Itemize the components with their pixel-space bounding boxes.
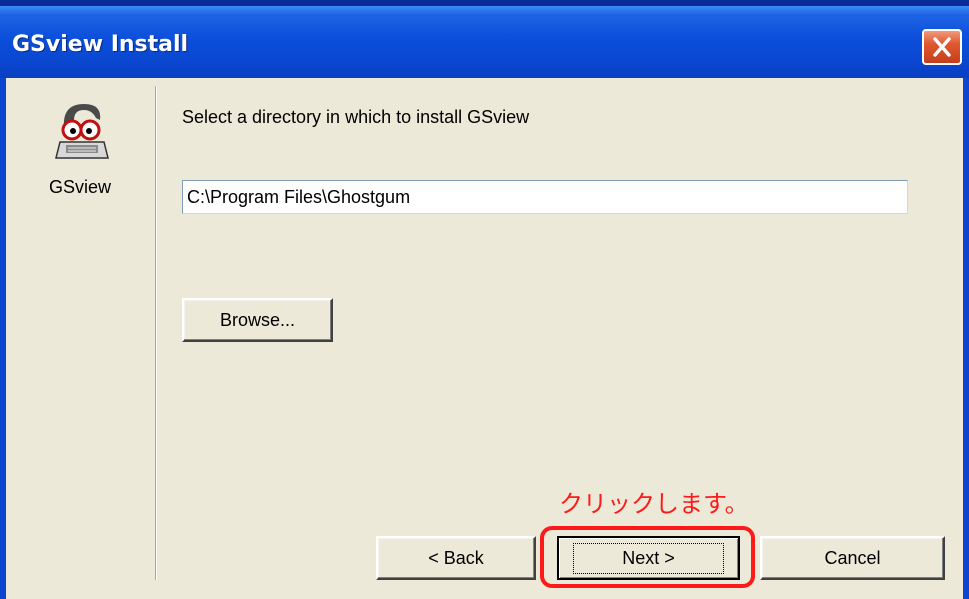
browse-button[interactable]: Browse... <box>182 298 333 342</box>
install-directory-prompt: Select a directory in which to install G… <box>182 107 530 127</box>
title-bar[interactable]: GSview Install <box>0 6 969 78</box>
window-frame-right <box>963 78 969 599</box>
cancel-button[interactable]: Cancel <box>760 536 945 580</box>
window-title: GSview Install <box>12 32 189 57</box>
close-icon <box>933 37 951 57</box>
app-label: GSview <box>49 177 112 197</box>
window-frame-left <box>0 78 6 599</box>
gsview-ghost-icon <box>52 98 112 164</box>
vertical-divider <box>155 86 157 580</box>
back-button[interactable]: < Back <box>376 536 536 580</box>
annotation-highlight-box <box>540 526 755 588</box>
dialog-client-area <box>0 78 969 599</box>
annotation-click-text: クリックします。 <box>559 490 749 518</box>
close-button[interactable] <box>922 29 962 65</box>
install-directory-input[interactable] <box>182 180 908 214</box>
